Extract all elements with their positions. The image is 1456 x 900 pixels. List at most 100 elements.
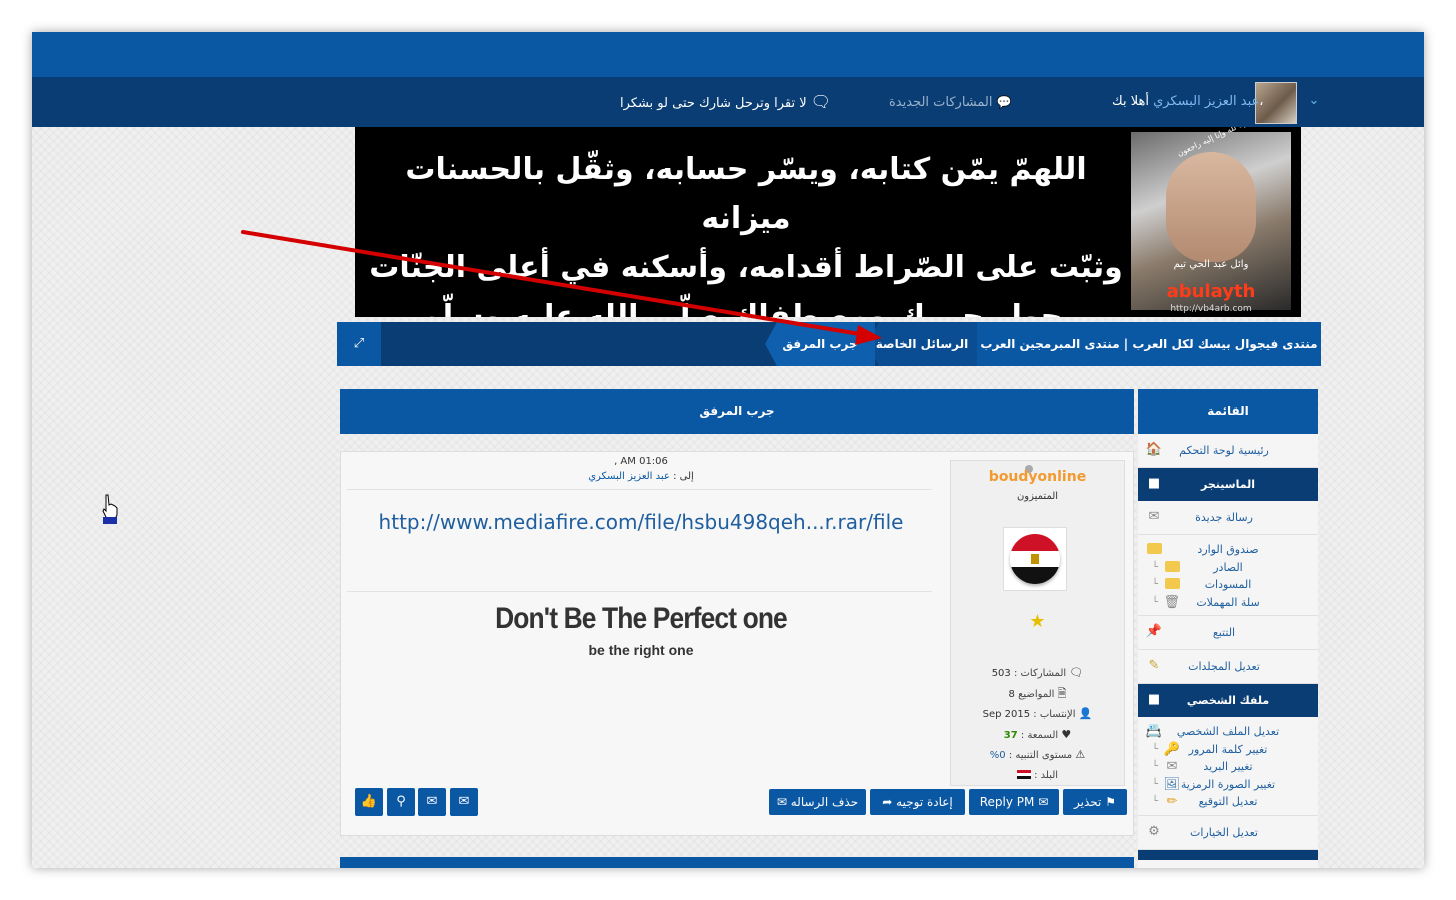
breadcrumb-private-messages[interactable]: الرسائل الخاصة bbox=[867, 322, 977, 366]
search-button[interactable]: ⚲ bbox=[387, 788, 415, 816]
signature-divider bbox=[347, 591, 932, 592]
signature-subtitle: be the right one bbox=[588, 642, 694, 658]
chat-icon: 💬 bbox=[996, 95, 1012, 109]
message-date: , AM 01:06 bbox=[614, 456, 668, 467]
author-stats: 🗨 المشاركات : 503 🗎 المواضيع 8 👤 الإنتسا… bbox=[951, 663, 1124, 785]
heart-icon: ♥ bbox=[1061, 727, 1072, 741]
stat-reputation: ♥ السمعة : 37 bbox=[1003, 727, 1072, 741]
egypt-flag-icon bbox=[1010, 534, 1060, 584]
sidebar-title: القائمة bbox=[1138, 389, 1318, 434]
sidebar-item-change-email[interactable]: └ ✉ تغيير البريد bbox=[1138, 758, 1318, 776]
banner-line-3: بجوار حبيبك ومصطفاك صلّى الله عليه وسلّم bbox=[418, 299, 1074, 317]
message-post: , AM 01:06 إلى : عبد العزيز البسكري http… bbox=[340, 451, 1134, 836]
email-button[interactable]: ✉ bbox=[418, 788, 446, 816]
sidebar-item-drafts[interactable]: └ المسودات bbox=[1138, 576, 1318, 594]
pm-button[interactable]: ✉ bbox=[450, 788, 478, 816]
recipient-link[interactable]: عبد العزيز البسكري bbox=[588, 471, 670, 482]
sidebar-item-edit-folders[interactable]: ✎ تعديل المجلدات bbox=[1138, 650, 1318, 684]
sidebar-item-track[interactable]: 📌 التتبع bbox=[1138, 616, 1318, 650]
message-panel: جرب المرفق , AM 01:06 إلى : عبد العزيز ا… bbox=[340, 389, 1134, 868]
warn-button[interactable]: تحذير ⚑ bbox=[1063, 789, 1127, 815]
stat-country: البلد : bbox=[951, 766, 1124, 786]
sidebar-menu: القائمة 🏠 رئيسية لوحة التحكم ■ الماسينجر ✉… bbox=[1138, 389, 1318, 868]
envelope-icon: ✉ bbox=[776, 795, 787, 809]
memorial-photo: إنا لله وإنا إليه راجعون وائل عبد الحي ت… bbox=[1131, 127, 1291, 314]
top-navbar: ⌄ عبد العزيز البسكري أهلا بك، المشاركات … bbox=[32, 77, 1424, 127]
envelope-icon: ✉ bbox=[458, 794, 470, 809]
breadcrumb: منتدى فيجوال بيسك لكل العرب | منتدى المب… bbox=[337, 322, 1321, 366]
edit-folder-icon: ✎ bbox=[1148, 658, 1160, 673]
comments-icon: 🗨 bbox=[810, 92, 832, 111]
sidebar-item-inbox[interactable]: صندوق الوارد bbox=[1138, 541, 1318, 559]
banner-line-2: وثبّت على الصّراط أقدامه، وأسكنه في أعلى… bbox=[369, 250, 1123, 285]
warning-icon: ⚠ bbox=[1075, 748, 1086, 761]
flag-icon: ⚑ bbox=[1105, 795, 1116, 809]
search-icon: ⚲ bbox=[396, 794, 406, 809]
sidebar-section-profile[interactable]: ■ ملفك الشخصي bbox=[1138, 684, 1318, 717]
person-photo bbox=[1166, 152, 1256, 262]
reply-pm-button[interactable]: Reply PM ✉ bbox=[969, 789, 1059, 815]
collapse-icon[interactable]: ⤢ bbox=[337, 322, 381, 366]
stat-posts: 🗨 المشاركات : 503 bbox=[991, 666, 1084, 679]
pin-icon: 📌 bbox=[1145, 624, 1162, 639]
sidebar-item-trash[interactable]: └ 🗑 سلة المهملات bbox=[1138, 594, 1318, 612]
photo-brand: abulayth bbox=[1166, 281, 1256, 302]
sidebar-item-sent[interactable]: └ الصادر bbox=[1138, 559, 1318, 577]
envelope-icon: ✉ bbox=[1038, 795, 1049, 809]
user-icon: 👤 bbox=[1078, 707, 1093, 720]
comments-icon: 🗨 bbox=[1069, 666, 1084, 679]
share-icon: ➦ bbox=[882, 795, 893, 809]
like-button[interactable]: 👍 bbox=[355, 788, 383, 816]
banner-text: اللهمّ يمّن كتابه، ويسّر حسابه، وثقّل با… bbox=[366, 145, 1126, 317]
forward-button[interactable]: ➦ إعادة توجيه bbox=[870, 789, 965, 815]
username-link[interactable]: عبد العزيز البسكري bbox=[1153, 94, 1259, 109]
motto-label: لا تقرا وترحل شارك حتى لو بشكرا bbox=[620, 96, 807, 111]
message-recipient: إلى : عبد العزيز البسكري bbox=[341, 471, 941, 482]
divider bbox=[347, 489, 932, 490]
folder-icon bbox=[1146, 543, 1162, 557]
toggle-icon: ■ bbox=[1147, 476, 1161, 491]
hand-pointer-icon bbox=[102, 494, 118, 524]
chevron-down-icon[interactable]: ⌄ bbox=[1304, 91, 1324, 111]
rank-star-icon: ★ bbox=[1029, 611, 1046, 632]
sidebar-section-messenger[interactable]: ■ الماسينجر bbox=[1138, 468, 1318, 501]
envelope-outline-icon: ✉ bbox=[426, 794, 438, 809]
welcome-text: عبد العزيز البسكري أهلا بك، bbox=[1112, 77, 1263, 127]
sidebar-item-edit-profile[interactable]: 📇 تعديل الملف الشخصي bbox=[1138, 723, 1318, 741]
sidebar-item-cp-home[interactable]: 🏠 رئيسية لوحة التحكم bbox=[1138, 434, 1318, 468]
sidebar-item-edit-options[interactable]: ⚙ تعديل الخيارات bbox=[1138, 816, 1318, 850]
message-title: جرب المرفق bbox=[340, 389, 1134, 434]
sidebar-item-new-message[interactable]: ✉ رسالة جديدة bbox=[1138, 501, 1318, 535]
photo-url: http://vb4arb.com bbox=[1170, 304, 1252, 314]
author-info: boudyonline المتميزون ★ 🗨 المشاركات : 50… bbox=[950, 460, 1125, 786]
stat-warning: ⚠ مستوى التنبيه : 0% bbox=[989, 748, 1086, 761]
motto-link[interactable]: لا تقرا وترحل شارك حتى لو بشكرا 🗨 bbox=[620, 77, 831, 127]
toggle-icon: ■ bbox=[1147, 692, 1161, 707]
stat-joined: 👤 الإنتساب : Sep 2015 bbox=[982, 707, 1093, 720]
sidebar-next-section bbox=[1138, 849, 1318, 860]
memorial-banner: اللهمّ يمّن كتابه، ويسّر حسابه، وثقّل با… bbox=[355, 127, 1301, 317]
author-name[interactable]: boudyonline bbox=[951, 469, 1124, 485]
next-panel-header bbox=[340, 857, 1134, 868]
id-card-icon: 📇 bbox=[1145, 724, 1162, 739]
sidebar-item-edit-signature[interactable]: └ ✏ تعديل التوقيع bbox=[1138, 793, 1318, 811]
new-posts-link[interactable]: المشاركات الجديدة 💬 bbox=[889, 77, 1012, 127]
sidebar-profile-items: 📇 تعديل الملف الشخصي └ 🔑 تغيير كلمة المرور … bbox=[1138, 717, 1318, 816]
author-rank: المتميزون bbox=[1016, 491, 1059, 502]
egypt-flag-small-icon bbox=[1016, 770, 1031, 779]
sidebar-item-change-avatar[interactable]: └ 🖼 تغيير الصورة الرمزية bbox=[1138, 776, 1318, 794]
stat-topics: 🗎 المواضيع 8 bbox=[1008, 686, 1067, 700]
signature-title: Don't Be The Perfect one bbox=[495, 602, 788, 635]
recipient-prefix: إلى : bbox=[673, 471, 694, 482]
sidebar-folders: صندوق الوارد └ الصادر └ المسودات └ 🗑 سلة الم… bbox=[1138, 535, 1318, 616]
delete-message-button[interactable]: ✉ حذف الرساله bbox=[769, 789, 866, 815]
banner-line-1: اللهمّ يمّن كتابه، ويسّر حسابه، وثقّل با… bbox=[405, 152, 1087, 236]
breadcrumb-forum[interactable]: منتدى فيجوال بيسك لكل العرب | منتدى المب… bbox=[977, 322, 1321, 366]
thumbs-up-icon: 👍 bbox=[360, 794, 378, 809]
message-link[interactable]: http://www.mediafire.com/file/hsbu498qeh… bbox=[341, 510, 941, 534]
envelope-icon: ✉ bbox=[1148, 509, 1160, 524]
sidebar-item-change-password[interactable]: └ 🔑 تغيير كلمة المرور bbox=[1138, 741, 1318, 759]
new-posts-label: المشاركات الجديدة bbox=[889, 95, 993, 110]
author-avatar[interactable] bbox=[1003, 527, 1067, 591]
gear-icon: ⚙ bbox=[1148, 823, 1160, 839]
